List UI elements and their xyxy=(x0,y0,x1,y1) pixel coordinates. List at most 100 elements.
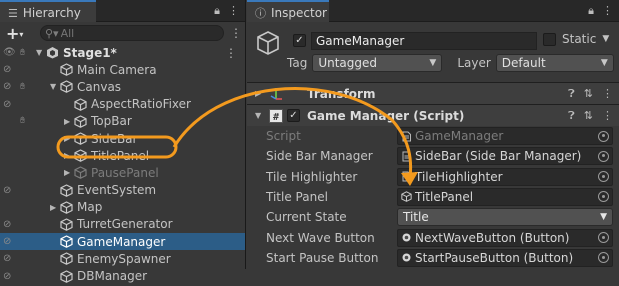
hierarchy-row[interactable]: ⊘ AspectRatioFixer xyxy=(0,96,245,113)
pickable-hand-icon[interactable]: ✋︎ xyxy=(20,48,25,58)
visibility-hidden-icon[interactable]: ⊘ xyxy=(3,81,11,92)
hierarchy-row[interactable]: ⊘ TurretGenerator xyxy=(0,216,245,233)
object-field[interactable]: TileHighlighter xyxy=(397,167,613,186)
object-name: EventSystem xyxy=(77,183,157,198)
help-icon[interactable]: ❓︎ xyxy=(568,109,575,123)
presets-icon[interactable]: ⇅ xyxy=(584,87,593,101)
object-name: PausePanel xyxy=(91,165,159,180)
object-picker-icon xyxy=(598,130,609,142)
component-actions: ❓︎ ⇅ ⋮ xyxy=(568,109,613,123)
foldout-arrow-icon[interactable]: ▶ xyxy=(64,151,74,160)
visibility-hidden-icon[interactable]: ⊘ xyxy=(3,271,11,282)
hierarchy-row[interactable]: ⊘ GameManager xyxy=(0,233,245,251)
foldout-arrow-icon[interactable]: ▼ xyxy=(50,82,60,91)
property-row: Next Wave Button NextWaveButton (Button) xyxy=(247,228,619,248)
kebab-menu-icon[interactable]: ⋮ xyxy=(602,4,613,18)
foldout-arrow-icon[interactable]: ▶ xyxy=(50,203,60,212)
hierarchy-row[interactable]: ▶ PausePanel xyxy=(0,164,245,181)
static-checkbox[interactable] xyxy=(543,32,556,46)
visibility-hidden-icon[interactable]: ⊘ xyxy=(3,219,11,230)
foldout-arrow-icon[interactable]: ▶ xyxy=(64,134,74,143)
object-picker-icon[interactable] xyxy=(598,232,609,243)
hierarchy-search[interactable]: ⚲▾ xyxy=(40,25,224,41)
foldout-arrow-icon[interactable]: ▼ xyxy=(255,111,261,120)
enum-value: Title xyxy=(403,210,429,225)
object-picker-icon[interactable] xyxy=(598,171,609,183)
foldout-arrow-icon[interactable]: ▼ xyxy=(36,48,46,57)
object-picker-icon[interactable] xyxy=(598,150,609,162)
tag-label: Tag xyxy=(287,56,308,70)
add-object-button[interactable]: +▾ xyxy=(6,24,34,43)
cube-icon xyxy=(401,191,412,203)
scene-row[interactable]: 👁︎ ✋︎ ▼ Stage1* ⋮ xyxy=(0,44,245,61)
hierarchy-tree: 👁︎ ✋︎ ▼ Stage1* ⋮ ⊘ Main Camera ⊘ ✋︎ ▼ Canvas ⊘ Aspe… xyxy=(0,44,245,285)
not-pickable-icon[interactable]: ✋︎ xyxy=(20,82,25,92)
transform-component-header[interactable]: ▶ Transform ❓︎ ⇅ ⋮ xyxy=(247,82,619,104)
object-name: GameManager xyxy=(77,234,166,249)
visibility-hidden-icon[interactable]: ⊘ xyxy=(3,236,11,247)
tag-value: Untagged xyxy=(318,56,378,70)
lock-icon[interactable]: 🔒︎ xyxy=(588,4,594,18)
foldout-arrow-icon[interactable]: ▶ xyxy=(255,89,261,98)
foldout-arrow-icon[interactable]: ▶ xyxy=(64,117,74,126)
search-options-icon[interactable]: ⋮ xyxy=(230,26,242,40)
hierarchy-row[interactable]: ▶ TitlePanel xyxy=(0,147,245,164)
visibility-hidden-icon[interactable]: ⊘ xyxy=(3,185,11,196)
visibility-hidden-icon[interactable]: ⊘ xyxy=(3,99,11,110)
gameobject-cube-icon xyxy=(257,31,279,55)
active-checkbox[interactable]: ✓ xyxy=(293,34,306,47)
visibility-hidden-icon[interactable]: ⊘ xyxy=(3,64,11,75)
object-name-field[interactable]: GameManager xyxy=(311,32,537,50)
object-field-value: GameManager xyxy=(415,129,504,143)
tab-inspector[interactable]: ⓘ Inspector xyxy=(247,0,329,22)
hierarchy-row[interactable]: ⊘ EnemySpawner xyxy=(0,250,245,267)
hierarchy-row[interactable]: ⊘ Main Camera xyxy=(0,61,245,78)
script-file-icon xyxy=(401,171,412,182)
hierarchy-row[interactable]: ⊘ EventSystem xyxy=(0,182,245,199)
object-name: Canvas xyxy=(77,79,122,94)
lock-icon[interactable]: 🔒︎ xyxy=(214,4,220,18)
object-field-value: TitlePanel xyxy=(415,189,474,204)
tag-dropdown[interactable]: Untagged ▼ xyxy=(312,54,443,72)
cube-icon xyxy=(74,149,87,163)
chevron-down-icon: ▼ xyxy=(429,58,437,68)
visibility-hidden-icon[interactable]: ⊘ xyxy=(3,253,11,264)
chevron-down-icon[interactable]: ▼ xyxy=(602,34,609,44)
foldout-arrow-icon[interactable]: ▶ xyxy=(64,168,74,177)
tag-layer-row: Tag Untagged ▼ Layer Default ▼ xyxy=(287,54,614,72)
object-picker-icon[interactable] xyxy=(598,191,609,203)
hierarchy-row[interactable]: ✋︎ ▶ TopBar xyxy=(0,113,245,130)
hierarchy-row[interactable]: ▶ Map xyxy=(0,199,245,216)
object-picker-icon[interactable] xyxy=(598,252,609,264)
kebab-menu-icon[interactable]: ⋮ xyxy=(228,4,239,18)
hierarchy-toolbar: +▾ ⚲▾ ⋮ xyxy=(0,22,245,44)
object-field-value: StartPauseButton (Button) xyxy=(415,250,574,265)
object-field[interactable]: StartPauseButton (Button) xyxy=(397,248,613,267)
presets-icon[interactable]: ⇅ xyxy=(584,109,593,123)
help-icon[interactable]: ❓︎ xyxy=(568,87,575,101)
search-input[interactable] xyxy=(60,26,201,40)
kebab-menu-icon[interactable]: ⋮ xyxy=(602,87,613,101)
object-field[interactable]: NextWaveButton (Button) xyxy=(397,228,613,247)
object-field[interactable]: SideBar (Side Bar Manager) xyxy=(397,147,613,166)
tab-hierarchy[interactable]: ☰ Hierarchy xyxy=(0,0,96,22)
visibility-eye-icon[interactable]: 👁︎ xyxy=(3,47,16,58)
hierarchy-row[interactable]: ⊘ DBManager xyxy=(0,267,245,284)
object-field[interactable]: TitlePanel xyxy=(397,187,613,206)
kebab-menu-icon[interactable]: ⋮ xyxy=(225,46,237,60)
property-label: Script xyxy=(266,129,301,143)
property-row: Tile Highlighter TileHighlighter xyxy=(247,167,619,187)
current-state-dropdown[interactable]: Title ▼ xyxy=(397,208,613,227)
script-enabled-checkbox[interactable]: ✓ xyxy=(287,109,300,122)
object-name: AspectRatioFixer xyxy=(91,97,191,112)
script-component-header[interactable]: ▼ # ✓ Game Manager (Script) ❓︎ ⇅ ⋮ xyxy=(247,104,619,126)
kebab-menu-icon[interactable]: ⋮ xyxy=(602,109,613,123)
not-pickable-icon[interactable]: ✋︎ xyxy=(20,116,25,126)
static-toggle[interactable]: Static ▼ xyxy=(543,32,609,46)
object-name: TurretGenerator xyxy=(77,217,173,232)
hierarchy-row[interactable]: ⊘ ✋︎ ▼ Canvas xyxy=(0,78,245,95)
hierarchy-row[interactable]: ▶ SideBar xyxy=(0,130,245,147)
layer-dropdown[interactable]: Default ▼ xyxy=(495,54,614,72)
script-component-title: Game Manager (Script) xyxy=(307,108,465,123)
hierarchy-panel: ☰ Hierarchy 🔒︎ ⋮ +▾ ⚲▾ ⋮ 👁︎ ✋︎ ▼ Stage1* ⋮ ⊘ M… xyxy=(0,0,246,283)
